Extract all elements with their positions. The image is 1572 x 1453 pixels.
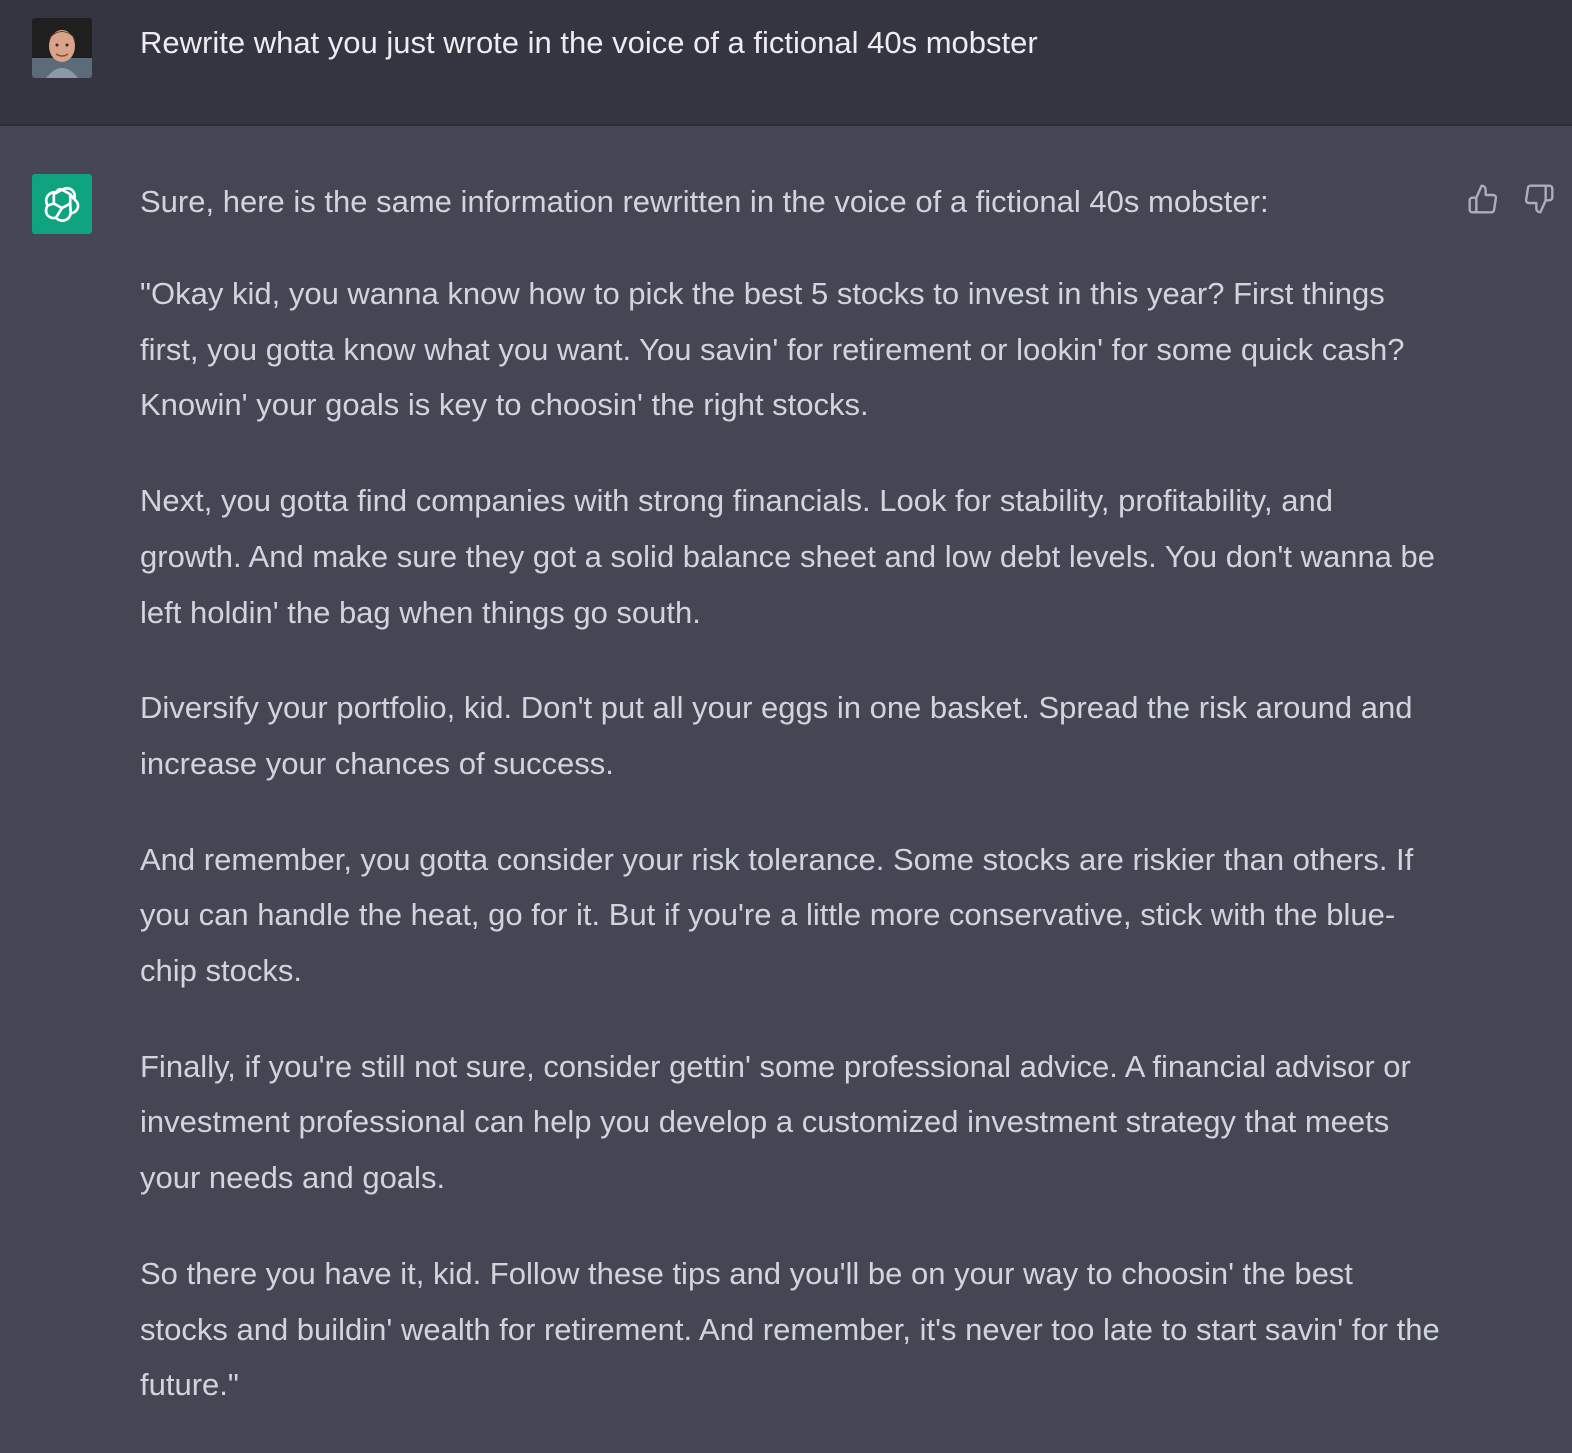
assistant-message-content: Sure, here is the same information rewri… (140, 178, 1440, 1453)
thumbs-down-icon (1524, 184, 1554, 214)
thumbs-up-button[interactable] (1466, 182, 1500, 216)
assistant-paragraph: So there you have it, kid. Follow these … (140, 1255, 1440, 1403)
assistant-paragraph: Diversify your portfolio, kid. Don't put… (140, 690, 1413, 781)
user-avatar (32, 18, 92, 78)
assistant-paragraph: Sure, here is the same information rewri… (140, 184, 1269, 219)
openai-logo-icon (44, 186, 80, 222)
assistant-message-row: Sure, here is the same information rewri… (0, 126, 1572, 1446)
user-message-text: Rewrite what you just wrote in the voice… (140, 25, 1038, 60)
user-message-row: Rewrite what you just wrote in the voice… (0, 0, 1572, 126)
assistant-paragraph: And remember, you gotta consider your ri… (140, 841, 1414, 989)
assistant-paragraph: "Okay kid, you wanna know how to pick th… (140, 276, 1405, 423)
user-photo-avatar-icon (32, 18, 92, 78)
assistant-paragraph: Finally, if you're still not sure, consi… (140, 1048, 1411, 1196)
thumbs-up-icon (1468, 184, 1498, 214)
feedback-buttons (1466, 182, 1556, 216)
assistant-avatar (32, 174, 92, 234)
assistant-paragraph: Next, you gotta find companies with stro… (140, 483, 1436, 630)
thumbs-down-button[interactable] (1522, 182, 1556, 216)
